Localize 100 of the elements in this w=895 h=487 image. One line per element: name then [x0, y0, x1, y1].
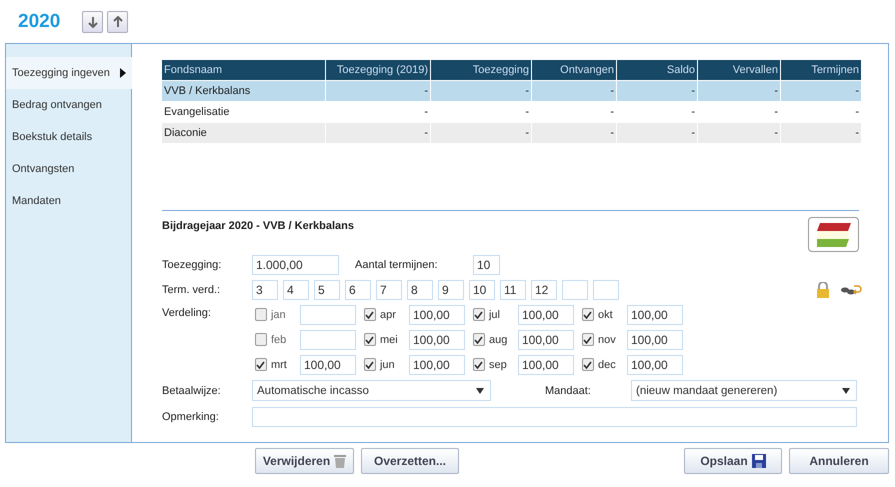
table-cell: VVB / Kerkbalans: [162, 81, 325, 101]
column-header[interactable]: Toezegging: [431, 60, 531, 80]
field-label: Mandaat:: [545, 384, 592, 396]
term-input[interactable]: 6: [345, 280, 371, 300]
field-label: Term. verd.:: [162, 284, 222, 296]
month-label: feb: [270, 334, 288, 346]
sidebar-item[interactable]: Bedrag ontvangen: [6, 89, 131, 121]
dropdown-caret-icon: [842, 388, 850, 394]
month-label: sep: [488, 358, 508, 370]
term-input[interactable]: 4: [283, 280, 309, 300]
term-input[interactable]: 5: [314, 280, 340, 300]
month-amount-input[interactable]: 100,00: [627, 304, 683, 324]
save-button[interactable]: Opslaan: [684, 448, 782, 474]
amount-input[interactable]: 1.000,00: [252, 254, 339, 274]
term-input[interactable]: [593, 280, 619, 300]
terms-input[interactable]: 10: [473, 254, 500, 274]
column-header[interactable]: Fondsnaam: [162, 60, 325, 80]
month-amount-input[interactable]: 100,00: [409, 304, 465, 324]
month-checkbox[interactable]: [364, 333, 376, 346]
month-checkbox[interactable]: [582, 308, 594, 321]
month-amount-input[interactable]: 100,00: [518, 354, 574, 374]
cancel-button[interactable]: Annuleren: [789, 448, 889, 474]
month-checkbox[interactable]: [364, 358, 376, 371]
transfer-button[interactable]: Overzetten...: [361, 448, 459, 474]
month-amount-input[interactable]: [300, 304, 356, 324]
table-cell: -: [326, 81, 430, 101]
payment-method-select[interactable]: Automatische incasso: [252, 380, 491, 401]
checkmark-icon: [365, 336, 374, 344]
field-label: Opmerking:: [162, 410, 220, 422]
month-checkbox[interactable]: [473, 308, 485, 321]
term-input[interactable]: 7: [376, 280, 402, 300]
table-cell: -: [326, 123, 430, 143]
down-arrow-icon: [88, 16, 98, 28]
month-label: apr: [380, 308, 397, 320]
dropdown-caret-icon: [476, 388, 484, 394]
term-input[interactable]: 9: [438, 280, 464, 300]
checkmark-icon: [583, 336, 592, 344]
checkmark-icon: [474, 310, 484, 318]
move-up-button[interactable]: [107, 10, 128, 32]
month-checkbox[interactable]: [473, 358, 485, 371]
column-header[interactable]: Vervallen: [698, 60, 780, 80]
link-arrow-icon[interactable]: [840, 284, 862, 296]
table-cell: -: [698, 81, 780, 101]
month-label: mei: [380, 334, 399, 346]
move-down-button[interactable]: [82, 10, 104, 32]
term-input[interactable]: 11: [500, 280, 526, 300]
flag-logo-icon: [816, 222, 852, 248]
logo-button[interactable]: [808, 217, 859, 252]
checkmark-icon: [583, 360, 592, 368]
delete-button[interactable]: Verwijderen: [255, 448, 354, 474]
month-label: dec: [598, 358, 617, 370]
field-label: Verdeling:: [162, 307, 212, 319]
remark-input[interactable]: [252, 406, 857, 426]
month-label: jun: [380, 358, 396, 370]
term-input[interactable]: 8: [407, 280, 433, 300]
checkmark-icon: [365, 360, 374, 368]
mandate-select[interactable]: (nieuw mandaat genereren): [631, 380, 857, 401]
sidebar-item[interactable]: Boekstuk details: [6, 121, 131, 153]
column-header[interactable]: Saldo: [617, 60, 697, 80]
month-checkbox[interactable]: [582, 333, 594, 346]
term-input[interactable]: 10: [469, 280, 495, 300]
sidebar-item[interactable]: Ontvangsten: [6, 153, 131, 185]
month-checkbox[interactable]: [364, 308, 376, 321]
month-label: nov: [598, 334, 617, 346]
column-header[interactable]: Toezegging (2019): [326, 60, 430, 80]
month-label: jul: [488, 308, 501, 320]
field-label: Aantal termijnen:: [355, 258, 439, 270]
month-amount-input[interactable]: 100,00: [300, 354, 356, 374]
month-amount-input[interactable]: [300, 330, 356, 350]
sidebar-item[interactable]: Toezegging ingeven: [6, 57, 132, 89]
column-header[interactable]: Ontvangen: [532, 60, 616, 80]
table-cell: -: [698, 123, 780, 143]
table-cell: -: [781, 123, 861, 143]
field-label: Betaalwijze:: [162, 384, 222, 396]
table-cell: Diaconie: [162, 123, 325, 143]
month-label: mrt: [270, 358, 288, 370]
term-input[interactable]: [562, 280, 588, 300]
year-title: 2020: [18, 10, 60, 32]
month-amount-input[interactable]: 100,00: [518, 304, 574, 324]
month-checkbox[interactable]: [582, 358, 594, 371]
column-header[interactable]: Termijnen: [781, 60, 861, 80]
sidebar-item[interactable]: Mandaten: [6, 185, 131, 217]
term-input[interactable]: 3: [252, 280, 278, 300]
month-amount-input[interactable]: 100,00: [518, 330, 574, 350]
table-cell: -: [431, 123, 531, 143]
month-amount-input[interactable]: 100,00: [627, 354, 683, 374]
checkmark-icon: [365, 310, 374, 318]
month-amount-input[interactable]: 100,00: [409, 330, 465, 350]
table-cell: -: [532, 81, 616, 101]
month-amount-input[interactable]: 100,00: [627, 330, 683, 350]
table-cell: -: [617, 123, 697, 143]
month-checkbox[interactable]: [255, 333, 267, 346]
month-checkbox[interactable]: [255, 358, 267, 371]
table-cell: -: [431, 81, 531, 101]
field-label: Toezegging:: [162, 258, 222, 270]
month-checkbox[interactable]: [255, 308, 267, 321]
term-input[interactable]: 12: [531, 280, 557, 300]
padlock-icon[interactable]: [816, 282, 830, 298]
month-checkbox[interactable]: [473, 333, 485, 346]
month-amount-input[interactable]: 100,00: [409, 354, 465, 374]
